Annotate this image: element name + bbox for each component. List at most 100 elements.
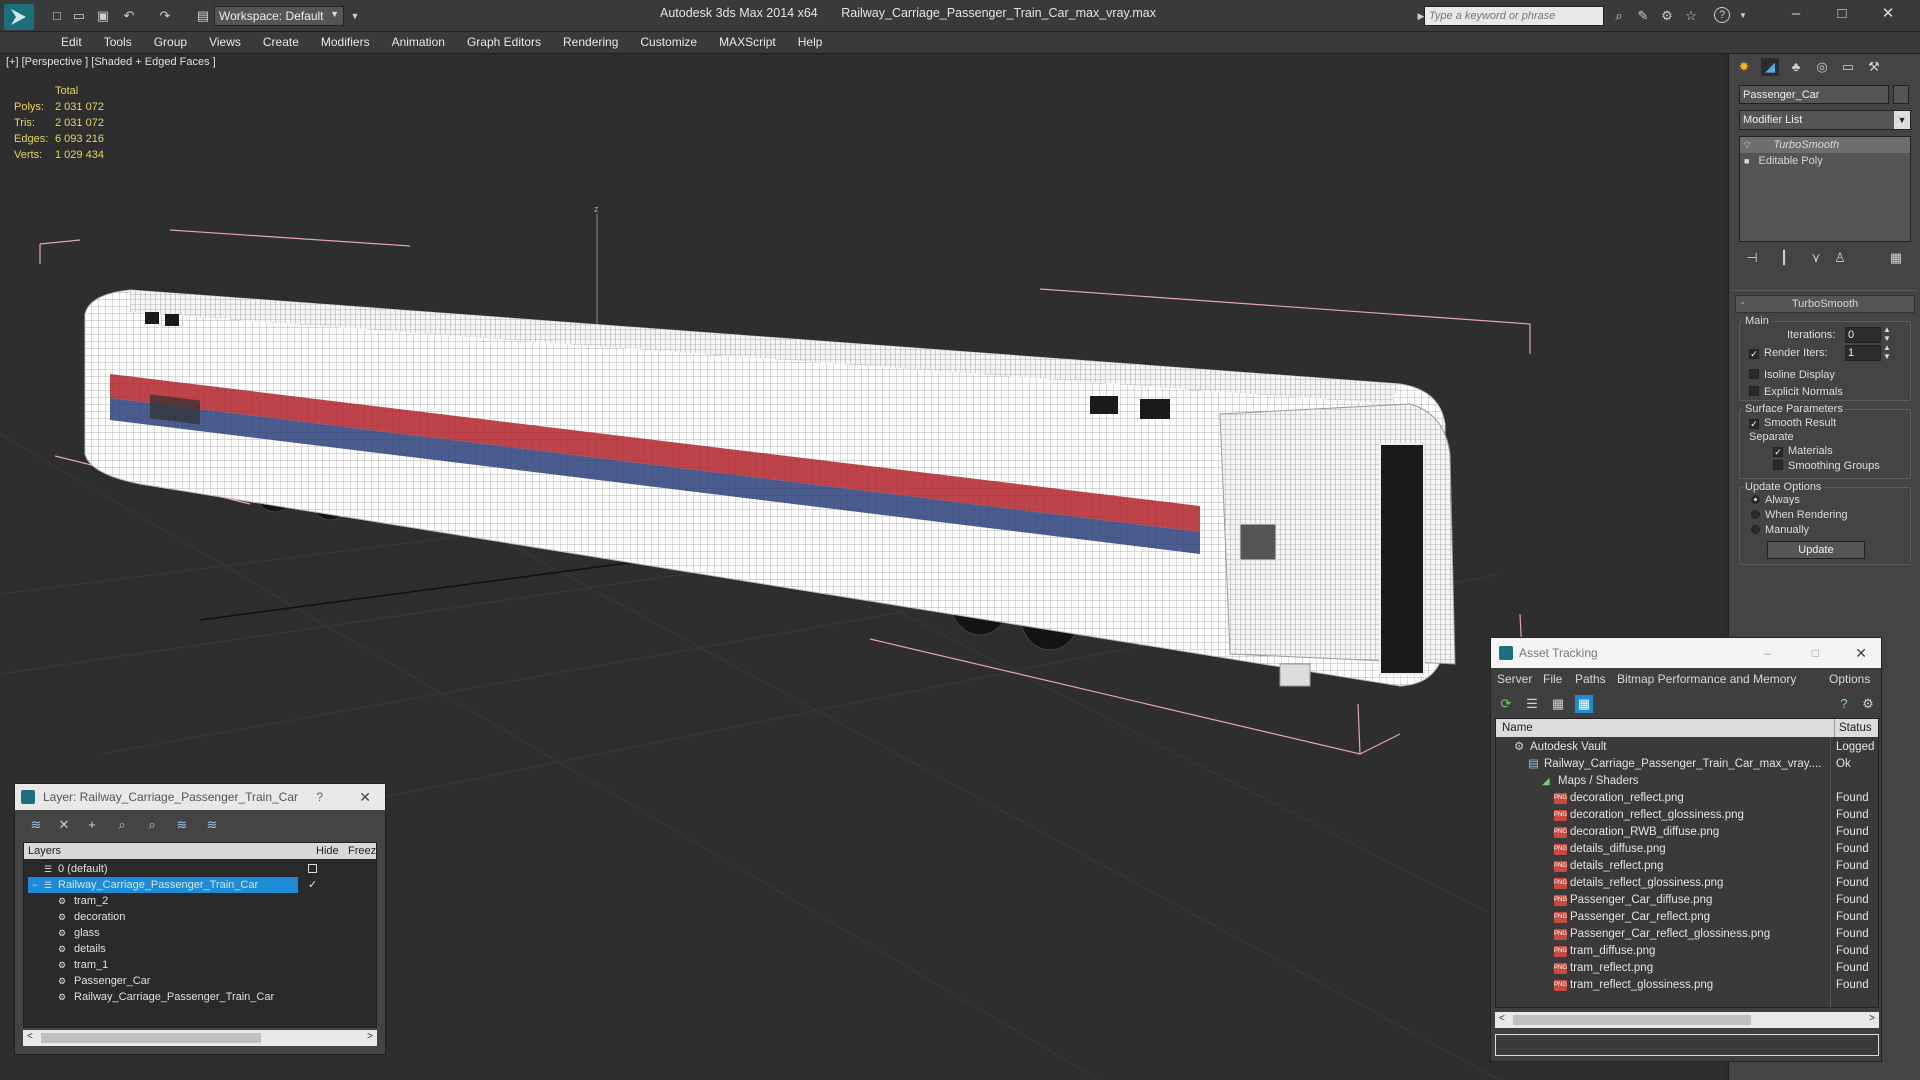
- layer-dialog-titlebar[interactable]: Layer: Railway_Carriage_Passenger_Train_…: [15, 784, 385, 810]
- layers-column-header[interactable]: Layers: [28, 843, 61, 859]
- asset-menu-file[interactable]: File: [1543, 668, 1562, 690]
- refresh-icon[interactable]: ⟳: [1497, 695, 1515, 713]
- asset-menu-options[interactable]: Options: [1829, 668, 1870, 690]
- show-end-result-icon[interactable]: ┃: [1775, 249, 1793, 267]
- render-iters-checkbox[interactable]: ✓ Render Iters:: [1749, 347, 1828, 359]
- motion-tab-icon[interactable]: ◎: [1813, 58, 1831, 76]
- asset-menu-bitmap[interactable]: Bitmap Performance and Memory: [1617, 668, 1796, 690]
- materials-checkbox[interactable]: ✓ Materials: [1773, 445, 1833, 457]
- list-view-icon[interactable]: ☰: [1523, 695, 1541, 713]
- workspace-dropdown[interactable]: Workspace: Default ▼: [214, 6, 344, 26]
- asset-row[interactable]: PNG decoration_RWB_diffuse.png Found: [1496, 824, 1878, 841]
- asset-menu-server[interactable]: Server: [1497, 668, 1532, 690]
- close-icon[interactable]: ✕: [1868, 2, 1908, 26]
- minimize-icon[interactable]: –: [1764, 638, 1771, 668]
- asset-row[interactable]: PNG Passenger_Car_reflect.png Found: [1496, 909, 1878, 926]
- when-rendering-radio[interactable]: When Rendering: [1751, 509, 1848, 521]
- pin-stack-icon[interactable]: ⊣: [1743, 249, 1761, 267]
- asset-row[interactable]: PNG details_reflect_glossiness.png Found: [1496, 875, 1878, 892]
- dropdown-arrow-icon[interactable]: ▼: [346, 7, 364, 25]
- asset-row[interactable]: PNG details_diffuse.png Found: [1496, 841, 1878, 858]
- freeze-column-header[interactable]: Freez: [348, 843, 376, 859]
- asset-row[interactable]: ◢ Maps / Shaders: [1496, 773, 1878, 790]
- undo-icon[interactable]: ↶: [120, 7, 138, 25]
- menu-modifiers[interactable]: Modifiers: [310, 32, 381, 52]
- scroll-right-icon[interactable]: >: [367, 1031, 373, 1042]
- asset-menu-paths[interactable]: Paths: [1575, 668, 1606, 690]
- help-icon[interactable]: ?: [1835, 695, 1853, 713]
- iterations-spinner[interactable]: [1845, 327, 1881, 343]
- favorites-star-icon[interactable]: ☆: [1682, 7, 1700, 25]
- asset-row[interactable]: PNG tram_reflect_glossiness.png Found: [1496, 977, 1878, 994]
- maximize-icon[interactable]: □: [1822, 2, 1862, 26]
- redo-icon[interactable]: ↷: [156, 7, 174, 25]
- create-tab-icon[interactable]: ✸: [1735, 58, 1753, 76]
- modifier-list-dropdown[interactable]: Modifier List ▼: [1739, 110, 1911, 130]
- asset-row[interactable]: PNG Passenger_Car_diffuse.png Found: [1496, 892, 1878, 909]
- asset-path-field[interactable]: [1495, 1034, 1879, 1056]
- close-icon[interactable]: ✕: [1855, 638, 1867, 668]
- utilities-tab-icon[interactable]: ⚒: [1865, 58, 1883, 76]
- hide-all-layers-icon[interactable]: ≋: [173, 816, 191, 834]
- menu-rendering[interactable]: Rendering: [552, 32, 629, 52]
- layer-row-default[interactable]: ☰ 0 (default): [28, 861, 374, 877]
- menu-help[interactable]: Help: [787, 32, 834, 52]
- configure-sets-icon[interactable]: ▦: [1887, 249, 1905, 267]
- smoothing-groups-checkbox[interactable]: Smoothing Groups: [1773, 460, 1880, 472]
- asset-row[interactable]: PNG decoration_reflect.png Found: [1496, 790, 1878, 807]
- search-input[interactable]: [1424, 6, 1604, 26]
- communication-icon[interactable]: ✎: [1634, 7, 1652, 25]
- remove-modifier-icon[interactable]: ♙: [1831, 249, 1849, 267]
- smooth-result-checkbox[interactable]: ✓ Smooth Result: [1749, 417, 1836, 429]
- asset-row[interactable]: PNG tram_reflect.png Found: [1496, 960, 1878, 977]
- update-button[interactable]: Update: [1767, 541, 1865, 559]
- scrollbar-thumb[interactable]: [41, 1033, 261, 1043]
- asset-row[interactable]: PNG tram_diffuse.png Found: [1496, 943, 1878, 960]
- scroll-right-icon[interactable]: >: [1869, 1013, 1875, 1024]
- hide-column-header[interactable]: Hide: [316, 843, 339, 859]
- asset-dialog-titlebar[interactable]: Asset Tracking – □ ✕: [1491, 638, 1881, 668]
- rollout-header[interactable]: - TurboSmooth: [1735, 295, 1915, 313]
- asset-row[interactable]: PNG details_reflect.png Found: [1496, 858, 1878, 875]
- menu-maxscript[interactable]: MAXScript: [708, 32, 787, 52]
- object-name-field[interactable]: [1739, 85, 1889, 104]
- layers-icon[interactable]: ≋: [27, 816, 45, 834]
- display-tab-icon[interactable]: ▭: [1839, 58, 1857, 76]
- asset-row[interactable]: PNG decoration_reflect_glossiness.png Foun…: [1496, 807, 1878, 824]
- modify-tab-icon[interactable]: ◢: [1761, 58, 1779, 76]
- stack-item-editable-poly[interactable]: ■ Editable Poly: [1740, 153, 1910, 169]
- isoline-display-checkbox[interactable]: Isoline Display: [1749, 369, 1835, 381]
- status-column-header[interactable]: Status: [1834, 719, 1872, 737]
- collapse-icon[interactable]: −: [32, 877, 37, 893]
- explicit-normals-checkbox[interactable]: Explicit Normals: [1749, 386, 1843, 398]
- asset-row[interactable]: PNG Passenger_Car_reflect_glossiness.png F…: [1496, 926, 1878, 943]
- menu-animation[interactable]: Animation: [381, 32, 456, 52]
- spinner-arrows-icon[interactable]: ▲ ▼: [1883, 325, 1891, 343]
- delete-layer-icon[interactable]: ✕: [55, 816, 73, 834]
- current-layer-box[interactable]: [308, 864, 317, 873]
- name-column-header[interactable]: Name: [1502, 719, 1533, 737]
- new-file-icon[interactable]: □: [48, 7, 66, 25]
- asset-horizontal-scrollbar[interactable]: < >: [1495, 1012, 1879, 1028]
- menu-group[interactable]: Group: [143, 32, 198, 52]
- save-icon[interactable]: ▣: [94, 7, 112, 25]
- menu-edit[interactable]: Edit: [50, 32, 93, 52]
- menu-tools[interactable]: Tools: [93, 32, 143, 52]
- exchange-icon[interactable]: ⚙: [1658, 7, 1676, 25]
- lightbulb-icon[interactable]: 💡︎: [1744, 140, 1750, 150]
- settings-icon[interactable]: ⚙: [1859, 695, 1877, 713]
- object-color-swatch[interactable]: [1893, 85, 1909, 104]
- render-iters-spinner[interactable]: [1845, 345, 1881, 361]
- open-file-icon[interactable]: ▭: [70, 7, 88, 25]
- binoculars-icon[interactable]: ⌕: [1610, 7, 1628, 25]
- minimize-icon[interactable]: –: [1776, 2, 1816, 26]
- stack-item-turbosmooth[interactable]: 💡︎ TurboSmooth: [1740, 137, 1910, 153]
- scrollbar-thumb[interactable]: [1513, 1015, 1751, 1025]
- tree-view-icon[interactable]: ▦: [1549, 695, 1567, 713]
- maximize-icon[interactable]: □: [1812, 638, 1819, 668]
- add-layer-icon[interactable]: +: [83, 816, 101, 834]
- make-unique-icon[interactable]: ⋎: [1807, 249, 1825, 267]
- expand-icon[interactable]: ■: [1744, 156, 1749, 166]
- asset-row[interactable]: ▤ Railway_Carriage_Passenger_Train_Car_ma…: [1496, 756, 1878, 773]
- menu-customize[interactable]: Customize: [629, 32, 708, 52]
